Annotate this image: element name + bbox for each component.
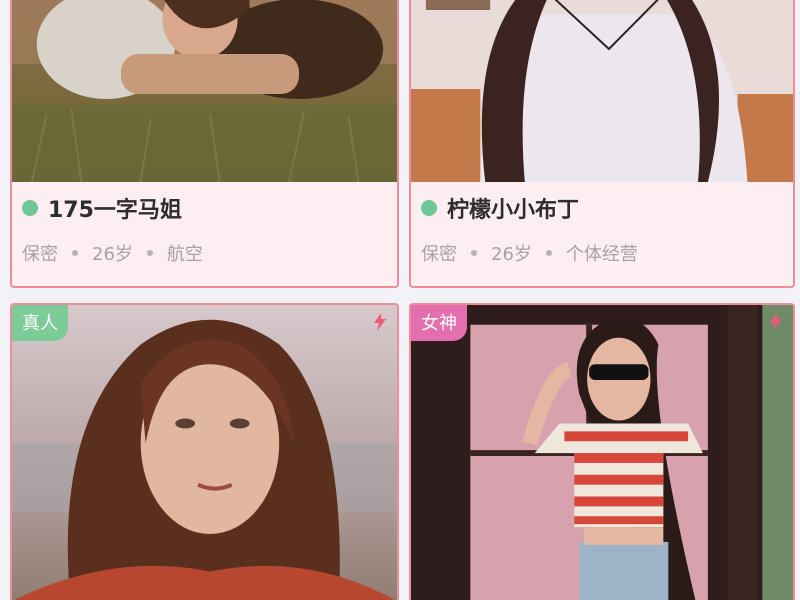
profile-card[interactable]: 175一字马姐 保密 26岁 航空	[10, 0, 399, 288]
profile-photo[interactable]	[411, 0, 793, 182]
profile-grid: 175一字马姐 保密 26岁 航空 柠檬小小布丁 保密 26岁 个体经营 真人 …	[0, 0, 800, 600]
online-status-dot	[22, 200, 38, 216]
age-label: 26岁	[491, 244, 532, 265]
separator-dot	[72, 250, 78, 256]
real-person-tag: 真人	[12, 305, 68, 341]
profile-card[interactable]: 真人	[10, 303, 399, 600]
separator-dot	[471, 250, 477, 256]
profile-card[interactable]: 柠檬小小布丁 保密 26岁 个体经营	[409, 0, 795, 288]
gender-label: 保密	[421, 244, 457, 265]
occupation-label: 个体经营	[565, 244, 638, 265]
profile-photo[interactable]	[12, 305, 397, 600]
profile-photo[interactable]	[12, 0, 397, 182]
profile-name-row[interactable]: 175一字马姐	[22, 192, 182, 224]
profile-name-row[interactable]: 柠檬小小布丁	[421, 192, 579, 224]
profile-meta: 保密 26岁 个体经营	[421, 240, 638, 266]
profile-name[interactable]: 柠檬小小布丁	[447, 192, 579, 224]
gender-label: 保密	[22, 244, 58, 265]
online-status-dot	[421, 200, 437, 216]
separator-dot	[545, 250, 552, 256]
profile-photo[interactable]	[411, 305, 793, 600]
profile-name[interactable]: 175一字马姐	[48, 192, 182, 224]
separator-dot	[146, 250, 153, 256]
lightning-icon	[770, 313, 782, 331]
profile-card[interactable]: 女神	[409, 303, 795, 600]
goddess-tag: 女神	[411, 305, 467, 341]
lightning-icon	[374, 313, 386, 331]
occupation-label: 航空	[166, 244, 203, 265]
age-label: 26岁	[92, 244, 133, 265]
profile-meta: 保密 26岁 航空	[22, 240, 203, 266]
